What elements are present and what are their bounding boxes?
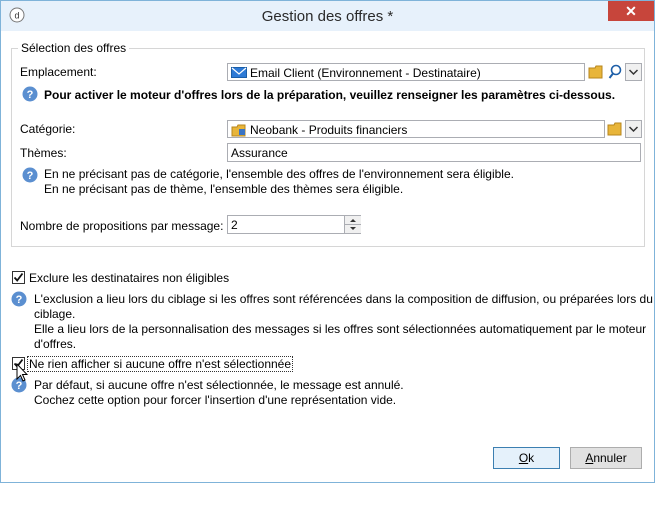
chevron-down-icon bbox=[628, 126, 639, 133]
nb-propositions-value: 2 bbox=[231, 218, 238, 232]
exclude-help-line: L'exclusion a lieu lors du ciblage si le… bbox=[34, 292, 653, 306]
category-help-text: En ne précisant pas de catégorie, l'ense… bbox=[44, 167, 514, 197]
search-icon[interactable] bbox=[607, 63, 625, 81]
group-legend: Sélection des offres bbox=[18, 41, 130, 55]
exclude-label[interactable]: Exclure les destinataires non éligibles bbox=[29, 271, 229, 285]
noshow-label[interactable]: Ne rien afficher si aucune offre n'est s… bbox=[27, 356, 294, 372]
exclude-checkbox[interactable] bbox=[12, 271, 25, 284]
spinner-arrows-icon[interactable] bbox=[345, 216, 361, 233]
help-icon: ? bbox=[22, 86, 38, 102]
window-title: Gestion des offres * bbox=[261, 8, 394, 25]
ok-mnemonic: O bbox=[518, 451, 529, 465]
close-button[interactable]: ✕ bbox=[608, 1, 654, 21]
category-folder-button-icon[interactable] bbox=[607, 120, 625, 138]
categorie-dropdown-button[interactable] bbox=[625, 120, 642, 138]
mouse-cursor-icon bbox=[16, 363, 28, 382]
emplacement-combo[interactable]: Email Client (Environnement - Destinatai… bbox=[227, 63, 585, 81]
svg-text:?: ? bbox=[27, 170, 34, 182]
email-icon bbox=[231, 67, 247, 78]
dialog-window: d Gestion des offres * ✕ Sélection des o… bbox=[0, 0, 655, 483]
emplacement-label: Emplacement: bbox=[20, 65, 97, 79]
help-icon: ? bbox=[11, 291, 27, 307]
emplacement-value: Email Client (Environnement - Destinatai… bbox=[250, 66, 481, 80]
help-icon: ? bbox=[22, 167, 38, 183]
engine-info-text: Pour activer le moteur d'offres lors de … bbox=[44, 88, 616, 102]
themes-label: Thèmes: bbox=[20, 146, 67, 160]
category-help-line: En ne précisant pas de catégorie, l'ense… bbox=[44, 167, 514, 181]
categorie-value: Neobank - Produits financiers bbox=[250, 123, 408, 137]
noshow-help-line: Par défaut, si aucune offre n'est sélect… bbox=[34, 378, 404, 392]
exclude-help-line: Elle a lieu lors de la personnalisation … bbox=[34, 322, 647, 336]
emplacement-dropdown-button[interactable] bbox=[625, 63, 642, 81]
exclude-help-line: ciblage. bbox=[34, 307, 76, 321]
svg-text:?: ? bbox=[27, 89, 34, 101]
theme-help-line: En ne précisant pas de thème, l'ensemble… bbox=[44, 182, 404, 196]
close-icon[interactable]: ✕ bbox=[625, 3, 637, 19]
ok-button[interactable]: Ok bbox=[493, 447, 560, 469]
cancel-label-rest: nnuler bbox=[593, 451, 627, 465]
title-bar[interactable]: d Gestion des offres * ✕ bbox=[1, 1, 654, 31]
chevron-down-icon bbox=[628, 69, 639, 76]
folder-icon[interactable] bbox=[588, 63, 606, 81]
noshow-help-text: Par défaut, si aucune offre n'est sélect… bbox=[34, 378, 404, 408]
exclude-help-line: d'offres. bbox=[34, 337, 77, 351]
nb-propositions-stepper[interactable]: 2 bbox=[227, 215, 361, 234]
categorie-combo[interactable]: Neobank - Produits financiers bbox=[227, 120, 605, 138]
spinner-buttons[interactable] bbox=[344, 216, 361, 233]
category-folder-icon bbox=[231, 124, 246, 137]
themes-input[interactable]: Assurance bbox=[227, 143, 641, 162]
exclude-help-text: L'exclusion a lieu lors du ciblage si le… bbox=[34, 292, 653, 352]
checkmark-icon bbox=[13, 272, 24, 282]
ok-label-rest: k bbox=[528, 451, 535, 465]
cancel-button[interactable]: Annuler bbox=[570, 447, 642, 469]
categorie-label: Catégorie: bbox=[20, 122, 76, 136]
noshow-help-line: Cochez cette option pour forcer l'insert… bbox=[34, 393, 397, 407]
nb-propositions-label: Nombre de propositions par message: bbox=[20, 219, 224, 233]
svg-text:?: ? bbox=[16, 294, 23, 306]
